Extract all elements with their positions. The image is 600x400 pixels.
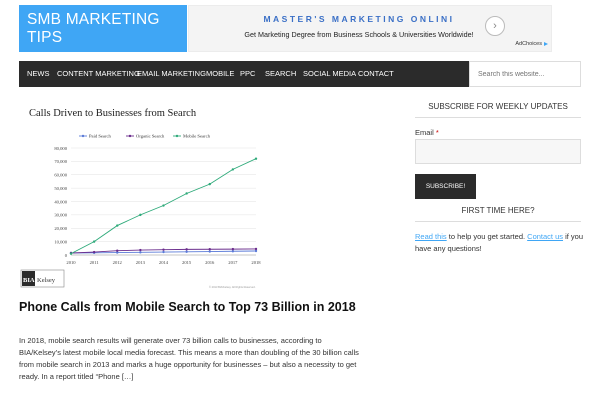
nav-item-email-marketing[interactable]: Email Marketing <box>137 61 206 87</box>
legend-label: Paid Search <box>89 134 112 139</box>
chart-legend: Paid Search Organic Search Mobile Search <box>79 134 211 139</box>
nav-item-search[interactable]: Search <box>265 61 296 87</box>
y-tick-label: 0 <box>65 253 68 258</box>
data-point <box>139 248 142 252</box>
data-point <box>185 192 188 195</box>
nav-item-social-media[interactable]: Social Media <box>303 61 356 87</box>
chart-y-ticks: 0 10,000 20,000 30,000 40,000 50,000 60,000 70,… <box>54 146 67 258</box>
data-point <box>162 204 165 207</box>
x-tick-label: 2013 <box>136 260 146 265</box>
y-tick-label: 80,000 <box>54 146 67 152</box>
x-tick-label: 2011 <box>90 260 100 265</box>
nav-item-mobile[interactable]: Mobile <box>206 61 234 87</box>
bia-kelsey-logo: BIA Kelsey <box>20 269 65 288</box>
y-tick-label: 40,000 <box>54 199 67 205</box>
x-tick-label: 2018 <box>251 260 261 265</box>
nav-item-contact[interactable]: Contact <box>358 61 394 87</box>
legend-marker <box>81 134 85 138</box>
chart-series <box>69 157 258 255</box>
y-tick-label: 30,000 <box>54 213 67 219</box>
data-point <box>208 250 211 253</box>
article-title[interactable]: Phone Calls from Mobile Search to Top 73… <box>19 300 359 315</box>
nav-item-news[interactable]: News <box>27 61 50 87</box>
ad-subtitle[interactable]: Get Marketing Degree from Business Schoo… <box>189 30 529 39</box>
chart-title: Calls Driven to Businesses from Search <box>29 108 197 119</box>
email-label-text: Email <box>415 128 434 137</box>
nav-item-content-marketing[interactable]: Content Marketing <box>57 61 140 87</box>
x-tick-label: 2015 <box>182 260 192 265</box>
subscribe-heading: Subscribe for Weekly Updates <box>428 102 568 111</box>
data-point <box>162 248 165 251</box>
x-tick-label: 2010 <box>66 260 76 265</box>
data-point <box>69 252 73 255</box>
bia-logo-mark: BIA <box>23 277 35 284</box>
data-point <box>139 213 142 217</box>
y-tick-label: 50,000 <box>54 186 67 192</box>
ad-title[interactable]: MASTER'S MARKETING ONLINI <box>189 14 529 24</box>
data-point <box>254 157 258 160</box>
x-tick-label: 2016 <box>205 260 215 265</box>
data-point <box>185 250 188 253</box>
legend-label: Mobile Search <box>183 134 211 139</box>
sidebar-divider-2 <box>415 221 581 222</box>
legend-marker <box>175 134 179 138</box>
ad-choices[interactable]: AdChoices <box>515 41 548 47</box>
data-point <box>116 224 119 227</box>
welcome-text-middle: to help you get started. <box>446 232 528 241</box>
data-point <box>162 250 165 254</box>
chart-x-ticks: 2010 2011 2012 2013 2014 2015 2016 2017 2018 <box>66 260 261 265</box>
y-tick-label: 10,000 <box>54 239 67 245</box>
article-excerpt: In 2018, mobile search results will gene… <box>19 336 359 381</box>
subscribe-button[interactable]: Subscribe! <box>415 174 476 199</box>
data-point <box>231 250 235 253</box>
x-tick-label: 2012 <box>113 260 123 265</box>
legend-marker <box>128 134 132 138</box>
article-featured-chart[interactable]: Calls Driven to Businesses from Search P… <box>19 98 271 292</box>
data-point <box>231 247 235 251</box>
read-this-link[interactable]: Read this <box>415 232 447 241</box>
data-point <box>208 248 211 251</box>
required-mark: * <box>435 128 439 137</box>
data-point <box>139 251 142 254</box>
nav-item-ppc[interactable]: PPC <box>240 61 255 87</box>
y-tick-label: 20,000 <box>54 226 67 232</box>
kelsey-logo-text: Kelsey <box>37 277 56 284</box>
adchoices-icon <box>544 41 548 46</box>
chevron-right-icon[interactable]: › <box>485 16 505 36</box>
first-time-heading: First Time Here? <box>461 206 535 215</box>
email-field[interactable] <box>415 139 581 164</box>
data-point <box>254 247 258 251</box>
data-point <box>92 240 96 243</box>
ad-choices-label: AdChoices <box>515 41 542 47</box>
y-tick-label: 70,000 <box>54 159 67 165</box>
x-tick-label: 2017 <box>228 260 238 265</box>
email-label: Email * <box>415 128 439 137</box>
data-point <box>116 249 119 252</box>
data-point <box>208 182 211 186</box>
ad-banner[interactable]: MASTER'S MARKETING ONLINI Get Marketing … <box>188 5 552 52</box>
sidebar-divider <box>415 117 581 118</box>
chart-copyright: © 2013 BIA/Kelsey. All Rights Reserved. <box>209 285 256 289</box>
contact-us-link[interactable]: Contact us <box>527 232 563 241</box>
search-input[interactable] <box>469 61 581 87</box>
legend-label: Organic Search <box>136 134 165 139</box>
data-point <box>231 168 235 171</box>
welcome-text: Read this to help you get started. Conta… <box>415 231 585 255</box>
data-point <box>185 248 188 251</box>
x-tick-label: 2014 <box>159 260 169 265</box>
data-point <box>92 250 96 254</box>
y-tick-label: 60,000 <box>54 173 67 179</box>
site-logo[interactable]: SMB MARKETING TIPS <box>19 5 187 52</box>
